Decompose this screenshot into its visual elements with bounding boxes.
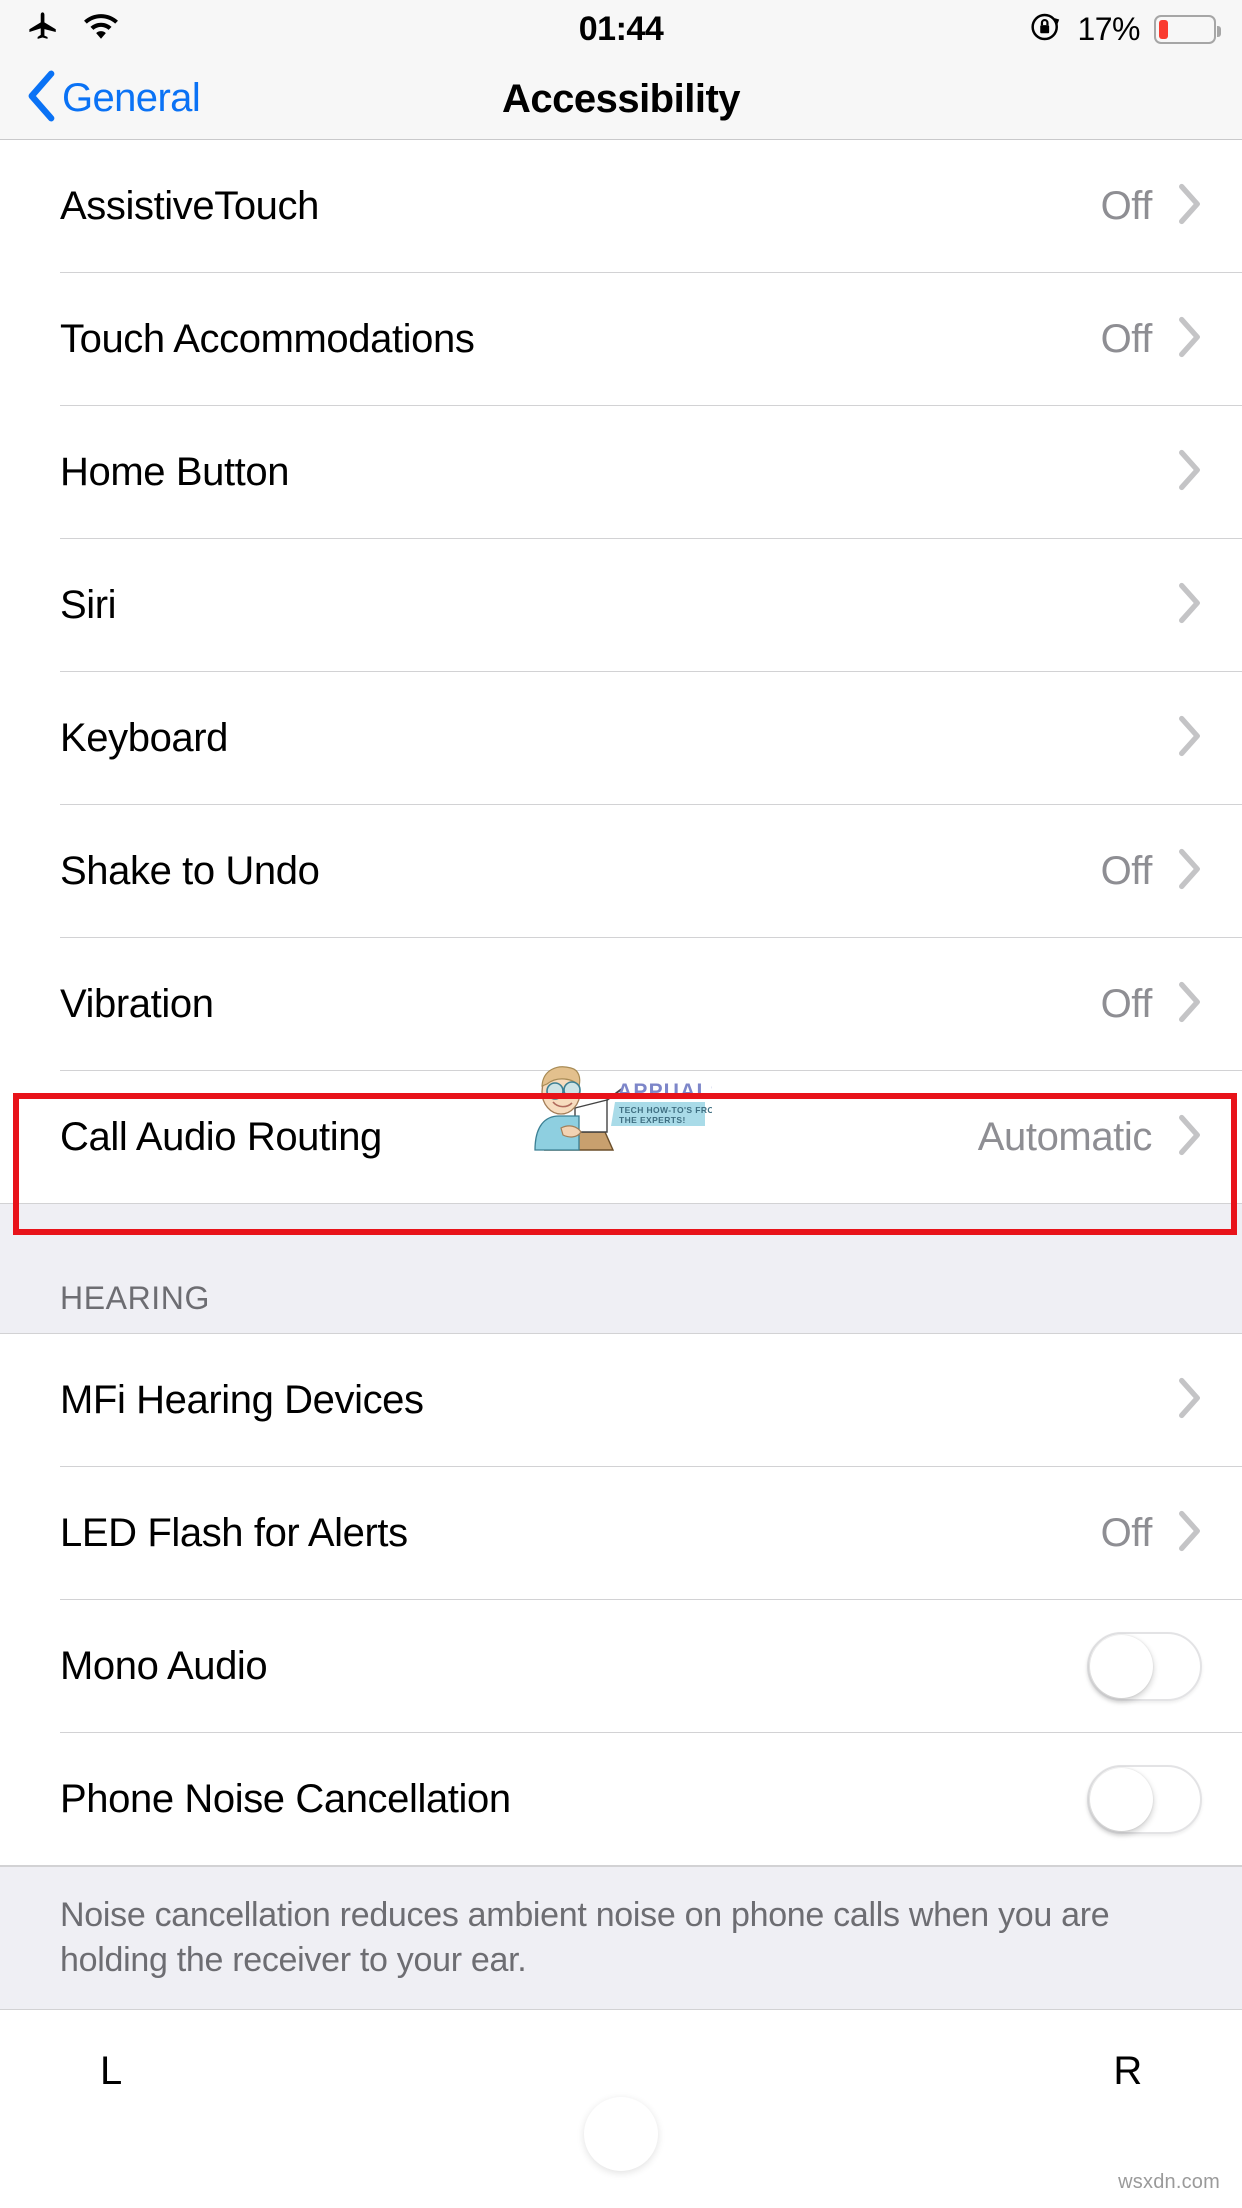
row-value: Off [1100, 317, 1153, 361]
row-label: Home Button [60, 450, 290, 494]
settings-list: AssistiveTouch Off Touch Accommodations Off… [0, 140, 1242, 2171]
row-label: Vibration [60, 982, 214, 1026]
page-title: Accessibility [501, 76, 741, 121]
toggle-knob [1090, 1768, 1153, 1831]
list-group-0: AssistiveTouch Off Touch Accommodations Off… [0, 140, 1242, 1204]
table-row[interactable]: Phone Noise Cancellation [0, 1733, 1242, 1866]
row-label: LED Flash for Alerts [60, 1511, 408, 1555]
row-value: Automatic [977, 1115, 1153, 1159]
row-label: Shake to Undo [60, 849, 320, 893]
table-row[interactable]: Shake to Undo Off [0, 805, 1242, 938]
section-footer-text: Noise cancellation reduces ambient noise… [60, 1896, 1110, 1979]
chevron-right-icon [1176, 847, 1202, 896]
toggle-switch[interactable] [1087, 1632, 1202, 1701]
row-label: Keyboard [60, 716, 229, 760]
site-watermark: wsxdn.com [1118, 2171, 1220, 2193]
status-bar-right: 17% [1029, 10, 1221, 49]
battery-percent-label: 17% [1077, 10, 1140, 47]
row-label: Siri [60, 583, 117, 627]
row-value: Off [1100, 184, 1153, 228]
iphone-screen: 01:44 17% General Accessibility Assistiv… [0, 0, 1242, 2208]
table-row[interactable]: Mono Audio [0, 1600, 1242, 1733]
table-row[interactable]: Home Button [0, 406, 1242, 539]
battery-icon [1154, 14, 1221, 44]
balance-left-label: L [100, 2048, 122, 2093]
slider-thumb[interactable] [584, 2096, 658, 2171]
row-separator [0, 1865, 1242, 1866]
row-separator [0, 1203, 1242, 1204]
table-row[interactable]: AssistiveTouch Off [0, 140, 1242, 273]
section-footer: Noise cancellation reduces ambient noise… [0, 1866, 1242, 2010]
status-bar-left [26, 10, 120, 49]
chevron-right-icon [1176, 1376, 1202, 1425]
table-row[interactable]: Siri [0, 539, 1242, 672]
row-label: Call Audio Routing [60, 1115, 382, 1159]
table-row[interactable]: Keyboard [0, 672, 1242, 805]
chevron-right-icon [1176, 714, 1202, 763]
row-label: Mono Audio [60, 1644, 268, 1688]
chevron-right-icon [1176, 182, 1202, 231]
row-value: Off [1100, 849, 1153, 893]
table-row[interactable]: Call Audio Routing Automatic [0, 1071, 1242, 1204]
list-group-1: MFi Hearing Devices LED Flash for Alerts O… [0, 1334, 1242, 1866]
airplane-icon [26, 10, 60, 49]
row-value: Off [1100, 982, 1153, 1026]
row-value: Off [1100, 1511, 1153, 1555]
chevron-right-icon [1176, 980, 1202, 1029]
back-button-label: General [62, 76, 201, 120]
chevron-left-icon [26, 70, 56, 127]
row-label: AssistiveTouch [60, 184, 319, 228]
table-row[interactable]: Vibration Off [0, 938, 1242, 1071]
toggle-switch[interactable] [1087, 1765, 1202, 1834]
audio-balance-slider[interactable]: LR [0, 2009, 1242, 2171]
rotation-lock-icon [1029, 10, 1063, 49]
back-button[interactable]: General [0, 70, 201, 127]
balance-right-label: R [1113, 2048, 1142, 2093]
chevron-right-icon [1176, 1509, 1202, 1558]
status-bar: 01:44 17% [0, 0, 1242, 58]
section-header-label: HEARING [60, 1280, 210, 1316]
row-label: Phone Noise Cancellation [60, 1777, 511, 1821]
toggle-knob [1090, 1635, 1153, 1698]
battery-fill [1159, 19, 1168, 39]
status-bar-clock: 01:44 [578, 9, 664, 48]
row-label: MFi Hearing Devices [60, 1378, 424, 1422]
table-row[interactable]: Touch Accommodations Off [0, 273, 1242, 406]
chevron-right-icon [1176, 448, 1202, 497]
chevron-right-icon [1176, 1113, 1202, 1162]
row-label: Touch Accommodations [60, 317, 475, 361]
table-row[interactable]: LED Flash for Alerts Off [0, 1467, 1242, 1600]
section-header-hearing: HEARING [0, 1204, 1242, 1334]
wifi-icon [82, 12, 120, 47]
navigation-bar: General Accessibility [0, 58, 1242, 140]
table-row[interactable]: MFi Hearing Devices [0, 1334, 1242, 1467]
chevron-right-icon [1176, 581, 1202, 630]
chevron-right-icon [1176, 315, 1202, 364]
